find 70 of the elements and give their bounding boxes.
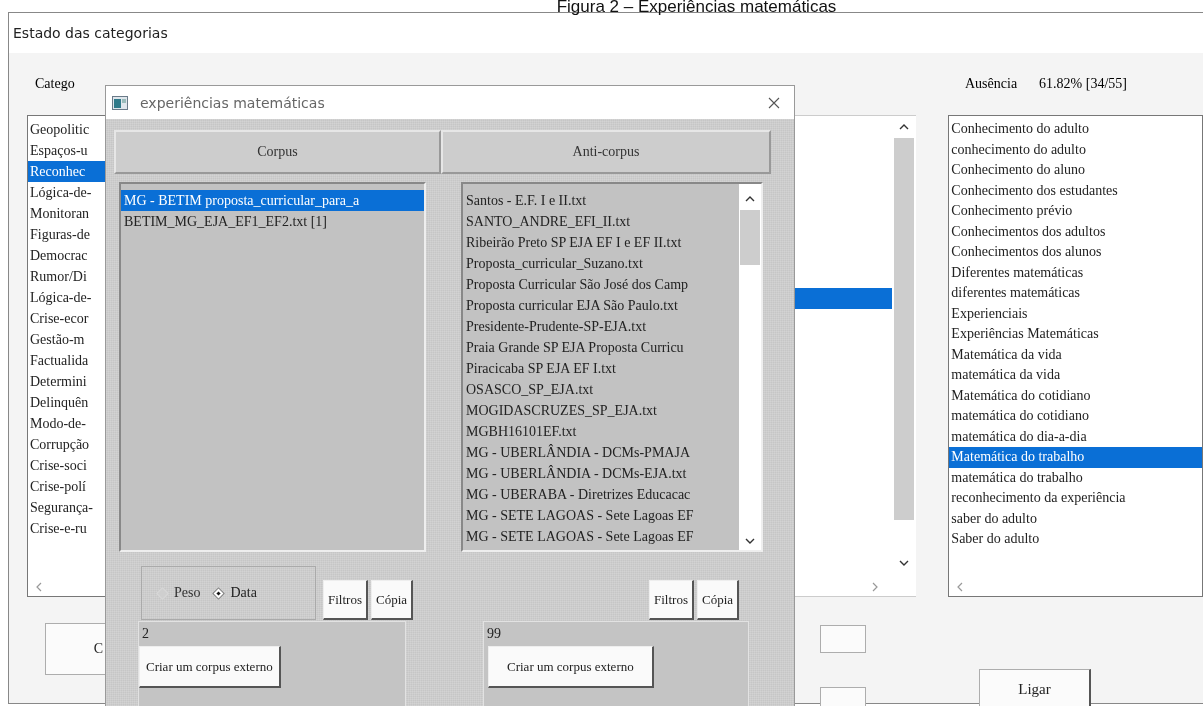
list-item[interactable]: matemática do cotidiano bbox=[949, 406, 1202, 427]
list-item[interactable]: Conhecimento do adulto bbox=[949, 119, 1202, 140]
app-icon bbox=[112, 95, 128, 110]
list-item[interactable]: Matemática do cotidiano bbox=[949, 385, 1202, 406]
filter-button[interactable]: Filtros bbox=[323, 580, 368, 620]
count-value: 2 bbox=[141, 626, 149, 642]
percentage-value: 61.82% [34/55] bbox=[1039, 76, 1127, 92]
list-item[interactable]: Matemática do trabalho bbox=[949, 447, 1202, 468]
scroll-right-icon[interactable] bbox=[872, 582, 879, 592]
copy-button[interactable]: Cópia bbox=[697, 580, 740, 620]
list-item[interactable]: saber do adulto bbox=[949, 508, 1202, 529]
filter-button[interactable]: Filtros bbox=[649, 580, 694, 620]
list-item[interactable]: MOGIDASCRUZES_SP_EJA.txt bbox=[463, 400, 739, 421]
create-corpus-button[interactable]: Criar um corpus externo bbox=[139, 646, 281, 688]
list-item[interactable]: Saber do adulto bbox=[949, 529, 1202, 550]
empty-button[interactable] bbox=[820, 625, 866, 653]
list-item[interactable]: MGBH16101EF.txt bbox=[463, 421, 739, 442]
list-item[interactable]: Diferentes matemáticas bbox=[949, 262, 1202, 283]
list-item[interactable]: Conhecimento do aluno bbox=[949, 160, 1202, 181]
list-item[interactable]: Experiências Matemáticas bbox=[949, 324, 1202, 345]
list-item[interactable]: OSASCO_SP_EJA.txt bbox=[463, 379, 739, 400]
scroll-left-icon[interactable] bbox=[36, 582, 42, 592]
scrollbar-thumb[interactable] bbox=[740, 210, 760, 265]
list-item[interactable]: matemática do trabalho bbox=[949, 467, 1202, 488]
list-item[interactable]: MG - SETE LAGOAS - Sete Lagoas EF bbox=[463, 505, 739, 526]
list-item[interactable]: Conhecimento dos estudantes bbox=[949, 180, 1202, 201]
copy-button[interactable]: Cópia bbox=[370, 580, 414, 620]
action-button[interactable]: C bbox=[45, 623, 107, 675]
scroll-up-icon[interactable] bbox=[745, 196, 755, 202]
dialog-title: experiências matemáticas bbox=[140, 94, 325, 111]
list-item[interactable]: reconhecimento da experiência bbox=[949, 488, 1202, 509]
list-item[interactable]: Experienciais bbox=[949, 303, 1202, 324]
list-item[interactable]: BETIM_MG_EJA_EF1_EF2.txt [1] bbox=[121, 211, 424, 232]
list-item[interactable]: conhecimento do adulto bbox=[949, 139, 1202, 160]
count-value: 99 bbox=[486, 626, 501, 642]
list-item[interactable]: MG - UBERABA - Diretrizes Educacac bbox=[463, 484, 739, 505]
scroll-down-icon[interactable] bbox=[745, 538, 755, 544]
list-item[interactable]: Santos - E.F. I e II.txt bbox=[463, 190, 739, 211]
list-item[interactable]: MG - UBERLÂNDIA - DCMs-EJA.txt bbox=[463, 463, 739, 484]
scrollbar-thumb[interactable] bbox=[894, 138, 915, 520]
connect-button[interactable]: Ligar bbox=[979, 669, 1091, 706]
list-item[interactable]: MG - SETE LAGOAS - Sete Lagoas EF bbox=[463, 526, 739, 547]
list-item[interactable]: Proposta Curricular São José dos Camp bbox=[463, 274, 739, 295]
list-item[interactable]: matemática da vida bbox=[949, 365, 1202, 386]
column-label: Catego bbox=[35, 76, 76, 92]
list-item[interactable]: Proposta_curricular_Suzano.txt bbox=[463, 253, 739, 274]
close-icon[interactable] bbox=[768, 96, 780, 109]
radio-option[interactable]: Data bbox=[214, 585, 257, 601]
window-title: Estado das categorias bbox=[13, 25, 168, 41]
list-item[interactable]: Praia Grande SP EJA Proposta Curricu bbox=[463, 337, 739, 358]
column-header: Corpus bbox=[114, 130, 441, 174]
list-item[interactable]: Conhecimentos dos adultos bbox=[949, 221, 1202, 242]
column-header: Anti-corpus bbox=[441, 130, 771, 174]
list-item[interactable]: Conhecimento prévio bbox=[949, 201, 1202, 222]
scroll-up-icon[interactable] bbox=[899, 124, 910, 130]
list-item[interactable]: Ribeirão Preto SP EJA EF I e EF II.txt bbox=[463, 232, 739, 253]
scroll-left-icon[interactable] bbox=[957, 582, 964, 592]
list-item[interactable]: Piracicaba SP EJA EF I.txt bbox=[463, 358, 739, 379]
list-item[interactable]: MG - UBERLÂNDIA - DCMs-PMAJA bbox=[463, 442, 739, 463]
list-item[interactable]: matemática do dia-a-dia bbox=[949, 426, 1202, 447]
list-item[interactable]: Presidente-Prudente-SP-EJA.txt bbox=[463, 316, 739, 337]
create-corpus-button[interactable]: Criar um corpus externo bbox=[488, 646, 654, 688]
list-item[interactable]: SANTO_ANDRE_EFI_II.txt bbox=[463, 211, 739, 232]
list-item[interactable]: diferentes matemáticas bbox=[949, 283, 1202, 304]
scroll-down-icon[interactable] bbox=[899, 560, 910, 566]
list-item[interactable]: Conhecimentos dos alunos bbox=[949, 242, 1202, 263]
list-item[interactable]: MG - BETIM proposta_curricular_para_a bbox=[121, 190, 424, 211]
column-label: Ausência bbox=[965, 76, 1018, 92]
list-item[interactable]: Matemática da vida bbox=[949, 344, 1202, 365]
list-item[interactable]: Proposta curricular EJA São Paulo.txt bbox=[463, 295, 739, 316]
